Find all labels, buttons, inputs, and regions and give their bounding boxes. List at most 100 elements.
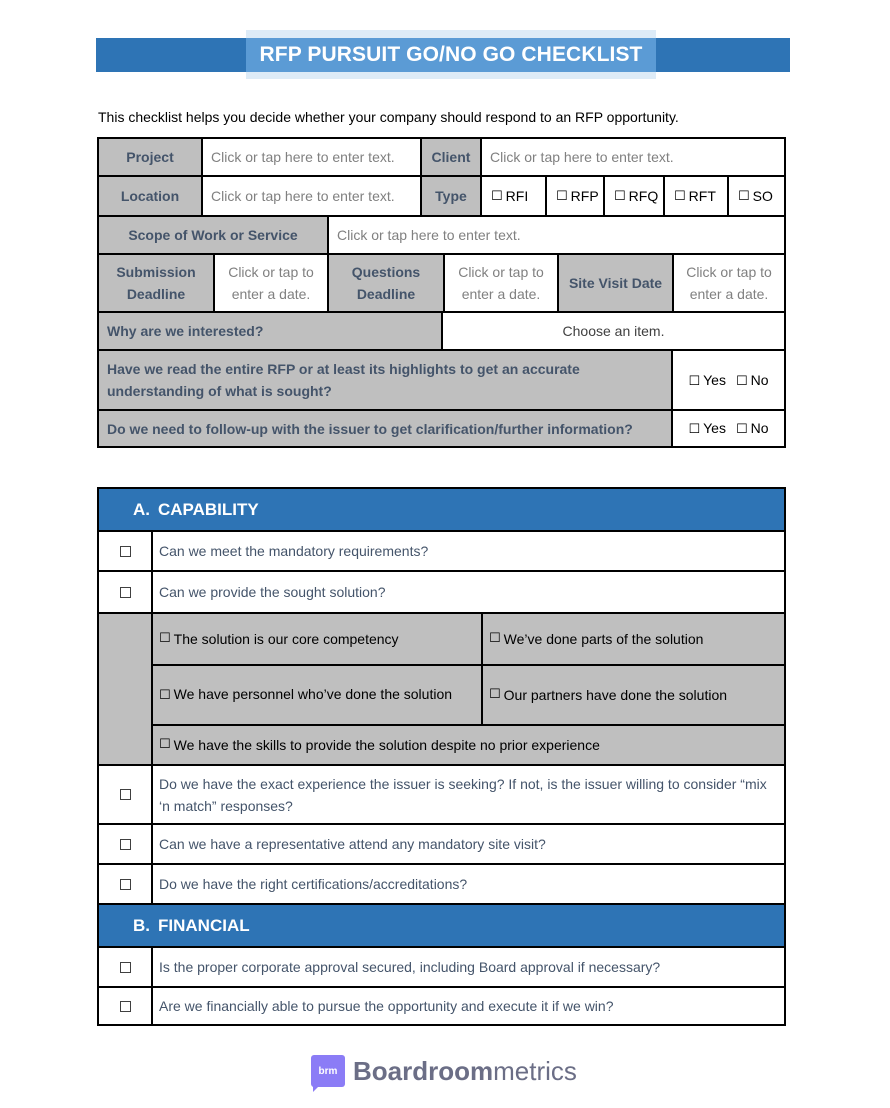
checkbox-icon: ☐ — [489, 631, 501, 646]
scope-label: Scope of Work or Service — [97, 215, 329, 255]
sub-option[interactable]: ☐ We have the skills to provide the solut… — [151, 724, 786, 766]
sub-option-text: We have personnel who’ve done the soluti… — [173, 686, 453, 702]
type-option-rft[interactable]: ☐ RFT — [663, 175, 729, 217]
checkbox-cell[interactable] — [97, 986, 153, 1026]
checklist-item: Do we have the right certifications/accr… — [151, 863, 786, 905]
intro-text: This checklist helps you decide whether … — [98, 109, 679, 125]
read-rfp-answer: ☐ Yes ☐ No — [671, 349, 786, 411]
sub-option-label: The solution is our core competency — [173, 631, 399, 647]
brand-logo-text: Boardroommetrics — [353, 1055, 577, 1087]
checkbox-icon: ☐ — [735, 373, 748, 389]
type-option-rfp[interactable]: ☐ RFP — [545, 175, 605, 217]
section-letter: B. — [133, 915, 150, 935]
type-option-label: RFI — [505, 188, 529, 204]
placeholder-line: Click or tap to — [228, 264, 314, 280]
section-title: FINANCIAL — [158, 915, 250, 935]
checkbox-cell[interactable] — [97, 570, 153, 614]
checkbox-cell[interactable] — [97, 764, 153, 825]
read-rfp-question: Have we read the entire RFP or at least … — [97, 349, 673, 411]
sub-option[interactable]: ☐ We’ve done parts of the solution — [481, 612, 786, 666]
checkbox-icon: ☐ — [159, 737, 171, 752]
sub-option[interactable]: ☐ The solution is our core competency — [151, 612, 483, 666]
placeholder-line: enter a date. — [461, 286, 541, 302]
questions-deadline-label: Questions Deadline — [327, 253, 445, 313]
read-rfp-no[interactable]: ☐ No — [736, 372, 769, 389]
type-option-label: RFP — [570, 188, 599, 204]
placeholder-line: Click or tap to — [458, 264, 544, 280]
sub-option[interactable]: ☐ We have personnel who’ve done the solut… — [151, 664, 483, 726]
follow-up-question: Do we need to follow-up with the issuer … — [97, 409, 673, 448]
site-visit-date-label: Site Visit Date — [557, 253, 674, 313]
checklist-item: Can we provide the sought solution? — [151, 570, 786, 614]
checkbox-icon: ☐ — [688, 373, 701, 389]
scope-input[interactable]: Click or tap here to enter text. — [327, 215, 786, 255]
label-line: Deadline — [356, 286, 416, 302]
type-option-so[interactable]: ☐ SO — [727, 175, 786, 217]
checkbox-icon: ☐ — [159, 688, 171, 703]
type-option-rfi[interactable]: ☐ RFI — [480, 175, 547, 217]
location-input[interactable]: Click or tap here to enter text. — [201, 175, 422, 217]
logo-bold: Boardroom — [353, 1056, 494, 1086]
sub-option-label: We have the skills to provide the soluti… — [173, 737, 600, 753]
checklist-item: Are we financially able to pursue the op… — [151, 986, 786, 1026]
location-label: Location — [97, 175, 203, 217]
label-line: Deadline — [126, 286, 186, 302]
page-title: RFP PURSUIT GO/NO GO CHECKLIST — [246, 38, 656, 72]
sub-option[interactable]: ☐ Our partners have done the solution — [481, 664, 786, 726]
section-letter: A. — [133, 499, 150, 519]
checkbox-icon: ☐ — [735, 422, 748, 437]
checkbox-icon[interactable] — [119, 789, 131, 800]
checklist-item: Can we meet the mandatory requirements? — [151, 530, 786, 572]
placeholder-line: enter a date. — [231, 286, 311, 302]
type-option-rfq[interactable]: ☐ RFQ — [603, 175, 665, 217]
label-line: Submission — [116, 264, 196, 280]
checkbox-icon[interactable] — [119, 586, 131, 598]
yes-label: Yes — [703, 371, 726, 388]
label-line: Questions — [351, 264, 421, 280]
why-interested-label: Why are we interested? — [97, 311, 443, 351]
sub-option-label: Our partners have done the solution — [503, 687, 728, 703]
checkbox-icon[interactable] — [119, 878, 131, 890]
sub-option-label: ☐ We have personnel who’ve done the solut… — [159, 683, 452, 707]
checkbox-icon: ☐ — [614, 188, 626, 204]
project-label: Project — [97, 137, 203, 177]
checkbox-cell[interactable] — [97, 863, 153, 905]
checkbox-icon[interactable] — [119, 1000, 131, 1012]
sub-option-label: We’ve done parts of the solution — [503, 631, 704, 647]
questions-deadline-input[interactable]: Click or tap to enter a date. — [443, 253, 559, 313]
type-label: Type — [420, 175, 482, 217]
checkbox-icon[interactable] — [119, 838, 131, 850]
checkbox-icon[interactable] — [119, 961, 131, 973]
brm-logo-icon: brm — [311, 1055, 345, 1087]
read-rfp-yes[interactable]: ☐ Yes — [688, 372, 726, 389]
checkbox-cell[interactable] — [97, 823, 153, 865]
sub-options-spacer — [97, 612, 153, 766]
checkbox-icon: ☐ — [556, 188, 568, 204]
why-interested-select[interactable]: Choose an item. — [441, 311, 786, 351]
checkbox-cell[interactable] — [97, 530, 153, 572]
checkbox-icon: ☐ — [159, 631, 171, 646]
placeholder-line: Click or tap to — [686, 264, 772, 280]
follow-up-yes[interactable]: ☐ Yes — [688, 420, 726, 437]
logo-tail — [313, 1084, 321, 1092]
follow-up-no[interactable]: ☐ No — [736, 420, 769, 437]
yes-label: Yes — [703, 420, 726, 436]
checkbox-icon[interactable] — [119, 545, 131, 557]
submission-deadline-input[interactable]: Click or tap to enter a date. — [213, 253, 329, 313]
no-label: No — [750, 371, 769, 388]
section-title: CAPABILITY — [158, 499, 259, 519]
type-option-label: SO — [752, 188, 773, 204]
checklist-item: Do we have the exact experience the issu… — [151, 764, 786, 825]
site-visit-date-input[interactable]: Click or tap to enter a date. — [672, 253, 786, 313]
checklist-item: Can we have a representative attend any … — [151, 823, 786, 865]
client-label: Client — [420, 137, 482, 177]
client-input[interactable]: Click or tap here to enter text. — [480, 137, 786, 177]
project-input[interactable]: Click or tap here to enter text. — [201, 137, 422, 177]
section-header-financial: B. FINANCIAL — [97, 903, 786, 948]
checkbox-icon: ☐ — [738, 188, 750, 204]
type-option-label: RFQ — [628, 188, 659, 204]
checkbox-cell[interactable] — [97, 946, 153, 988]
placeholder-line: enter a date. — [689, 286, 769, 302]
checklist-item: Is the proper corporate approval secured… — [151, 946, 786, 988]
type-option-label: RFT — [688, 188, 716, 204]
